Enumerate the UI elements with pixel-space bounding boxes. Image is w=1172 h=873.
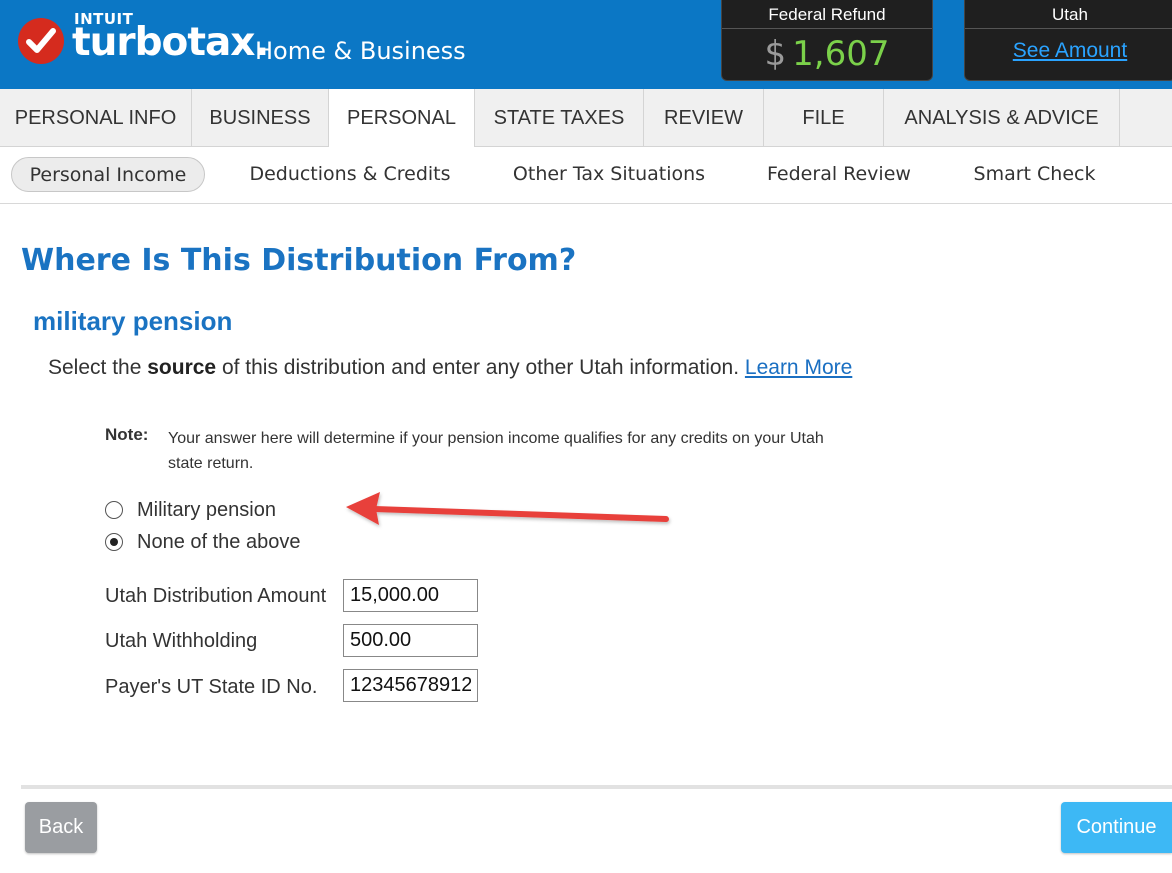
federal-refund-meter: Federal Refund $1,607 (721, 0, 933, 81)
red-annotation-arrow-icon (346, 492, 669, 525)
instruction-text: Select the source of this distribution a… (48, 356, 852, 380)
federal-refund-amount: $1,607 (722, 29, 932, 74)
subnav-personal-income[interactable]: Personal Income (11, 157, 205, 192)
note-label: Note: (105, 425, 149, 444)
utah-withholding-input[interactable] (343, 624, 478, 657)
tab-state-taxes[interactable]: STATE TAXES (475, 89, 644, 147)
instruction-bold: source (147, 356, 217, 379)
tab-business[interactable]: BUSINESS (192, 89, 329, 147)
subnav-federal-review[interactable]: Federal Review (755, 157, 923, 192)
utah-distribution-amount-input[interactable] (343, 579, 478, 612)
option-none-of-the-above[interactable]: None of the above (105, 531, 300, 553)
payer-ut-state-id-label: Payer's UT State ID No. (105, 676, 318, 698)
payer-ut-state-id-input[interactable] (343, 669, 478, 702)
utah-withholding-label: Utah Withholding (105, 630, 258, 652)
tab-analysis-advice[interactable]: ANALYSIS & ADVICE (884, 89, 1120, 147)
subnav-other-tax-situations[interactable]: Other Tax Situations (500, 157, 718, 192)
tab-personal[interactable]: PERSONAL (329, 89, 475, 148)
subnav-smart-check[interactable]: Smart Check (962, 157, 1107, 192)
state-label: Utah (965, 0, 1172, 29)
subnav-deductions-credits[interactable]: Deductions & Credits (236, 157, 464, 192)
back-button[interactable]: Back (25, 802, 97, 853)
main-nav: PERSONAL INFO BUSINESS PERSONAL STATE TA… (0, 89, 1172, 148)
product-edition: Home & Business (255, 37, 466, 65)
app-header: INTUIT turbotax. Home & Business Federal… (0, 0, 1172, 89)
currency-symbol: $ (764, 34, 787, 74)
learn-more-link[interactable]: Learn More (745, 356, 852, 379)
military-pension-radio[interactable] (105, 501, 123, 519)
none-of-the-above-radio[interactable] (105, 533, 123, 551)
see-amount-link[interactable]: See Amount (965, 29, 1172, 63)
continue-button[interactable]: Continue (1061, 802, 1172, 853)
footer-divider (21, 785, 1172, 789)
page-title: Where Is This Distribution From? (21, 243, 577, 278)
federal-refund-label: Federal Refund (722, 0, 932, 29)
turbotax-checkmark-logo-icon (18, 18, 64, 64)
state-refund-meter: Utah See Amount (964, 0, 1172, 81)
option-military-pension[interactable]: Military pension (105, 499, 276, 521)
refund-value: 1,607 (792, 34, 890, 74)
tab-file[interactable]: FILE (764, 89, 884, 147)
note-text: Your answer here will determine if your … (168, 430, 824, 472)
none-of-the-above-label: None of the above (137, 530, 301, 553)
instruction-pre: Select the (48, 356, 148, 379)
instruction-post: of this distribution and enter any other… (216, 356, 745, 379)
distribution-subtitle: military pension (33, 306, 233, 336)
turbotax-wordmark: turbotax. (72, 20, 269, 65)
military-pension-label: Military pension (137, 498, 276, 521)
tab-personal-info[interactable]: PERSONAL INFO (0, 89, 192, 147)
sub-nav: Personal Income Deductions & Credits Oth… (0, 147, 1172, 204)
utah-distribution-amount-label: Utah Distribution Amount (105, 585, 327, 607)
tab-review[interactable]: REVIEW (644, 89, 764, 147)
